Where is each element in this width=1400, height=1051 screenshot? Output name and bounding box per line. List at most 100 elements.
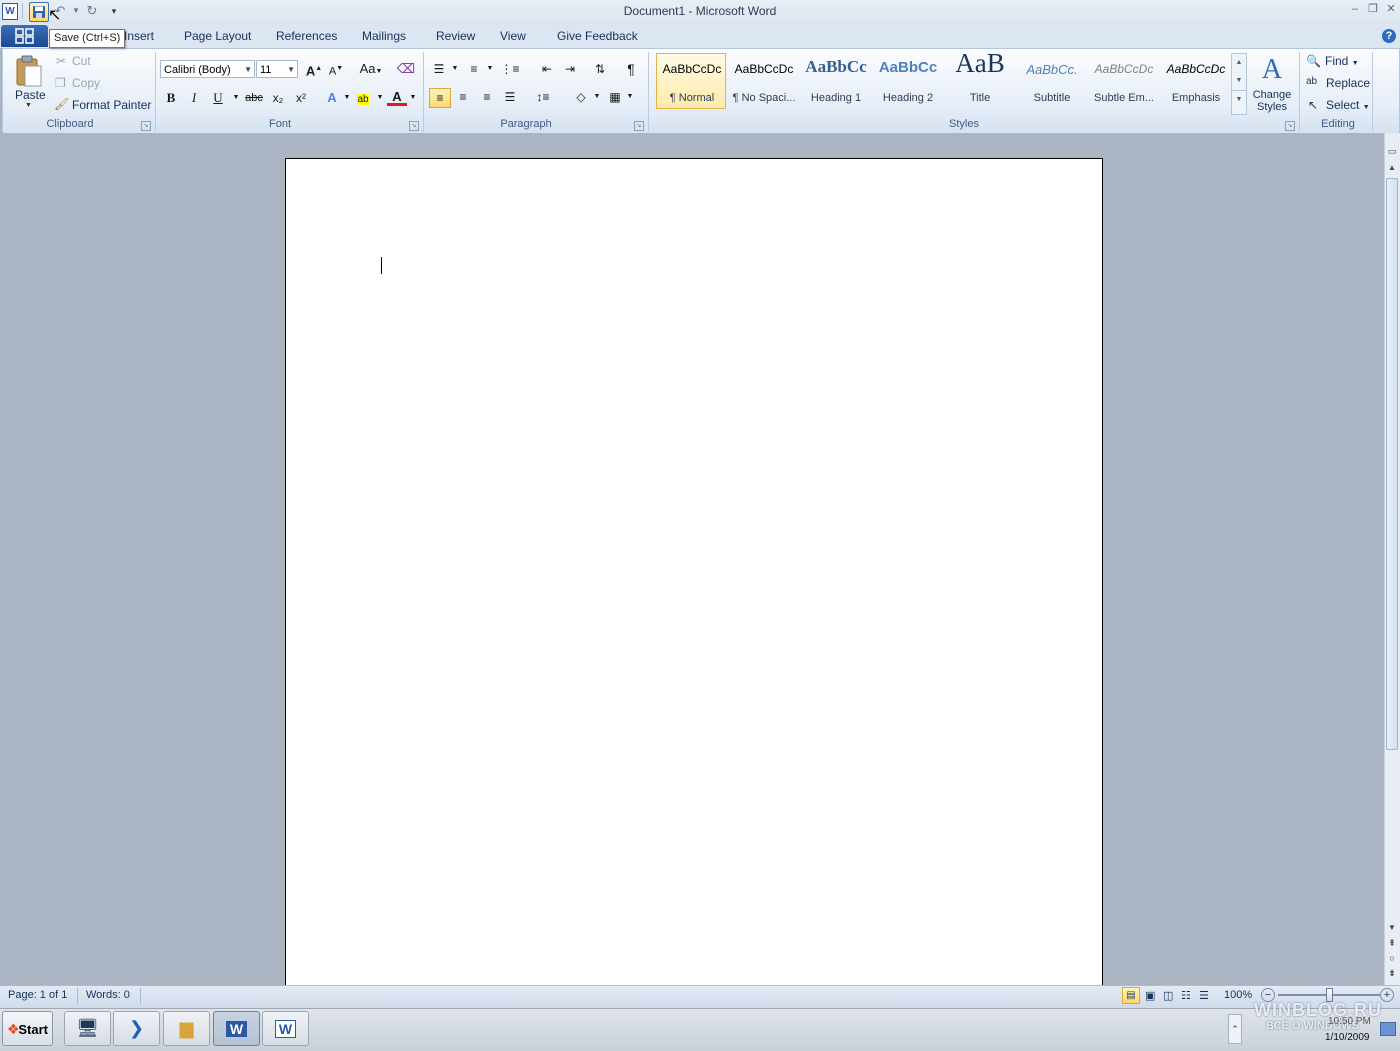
tab-references[interactable]: References: [276, 29, 337, 43]
underline-dropdown-icon[interactable]: ▼: [226, 89, 246, 107]
document-page[interactable]: [285, 158, 1103, 988]
style-normal[interactable]: AaBbCcDc ¶ Normal: [656, 53, 726, 109]
bullets-dropdown-icon[interactable]: ▼: [445, 60, 465, 78]
outline-icon[interactable]: ☷: [1181, 989, 1191, 1002]
style-subtitle[interactable]: AaBbCc. Subtitle: [1016, 53, 1086, 109]
style-title[interactable]: AaB Title: [944, 53, 1014, 109]
tab-give-feedback[interactable]: Give Feedback: [557, 29, 638, 43]
align-right-icon[interactable]: ≡: [477, 88, 497, 106]
close-icon[interactable]: ✕: [1382, 2, 1400, 16]
chevron-down-icon[interactable]: ▼: [1232, 72, 1246, 90]
tab-review[interactable]: Review: [436, 29, 475, 43]
shrink-font-icon[interactable]: A▼: [326, 60, 346, 78]
replace-icon[interactable]: ab: [1306, 76, 1317, 87]
find-icon[interactable]: 🔍: [1306, 54, 1321, 68]
paste-button[interactable]: Paste: [15, 88, 46, 102]
change-case-icon[interactable]: Aa▼: [357, 60, 385, 78]
superscript-icon[interactable]: x²: [291, 89, 311, 107]
grow-font-icon[interactable]: A▲: [304, 60, 324, 78]
tab-mailings[interactable]: Mailings: [362, 29, 406, 43]
style-no-spacing[interactable]: AaBbCcDc ¶ No Spaci...: [728, 53, 798, 109]
tab-view[interactable]: View: [500, 29, 526, 43]
copy-icon[interactable]: ❐: [55, 76, 66, 90]
restore-icon[interactable]: ❐: [1364, 2, 1382, 16]
line-spacing-icon[interactable]: ↕≡: [533, 88, 553, 106]
change-styles-icon[interactable]: A: [1254, 54, 1290, 86]
paragraph-launcher-icon[interactable]: ↘: [634, 121, 644, 131]
font-size-combo[interactable]: 11 ▼: [256, 60, 298, 78]
italic-icon[interactable]: I: [184, 89, 204, 107]
tab-insert[interactable]: Insert: [124, 29, 154, 43]
select-button[interactable]: Select ▼: [1326, 98, 1370, 112]
tab-page-layout[interactable]: Page Layout: [184, 29, 251, 43]
style-subtle-emphasis[interactable]: AaBbCcDc Subtle Em...: [1088, 53, 1158, 109]
explorer-icon[interactable]: ▆: [163, 1011, 210, 1046]
increase-indent-icon[interactable]: ⇥: [560, 60, 580, 78]
word-taskbar-icon[interactable]: W: [213, 1011, 260, 1046]
multilevel-list-icon[interactable]: ⋮≡: [500, 60, 520, 78]
chevron-up-icon[interactable]: ▲: [1232, 54, 1246, 72]
scrollbar-thumb[interactable]: [1386, 178, 1398, 750]
select-cursor-icon[interactable]: ↖: [1308, 98, 1318, 112]
subscript-icon[interactable]: x₂: [268, 89, 288, 107]
show-formatting-icon[interactable]: ¶: [621, 60, 641, 78]
clock-date[interactable]: 1/10/2009: [1325, 1032, 1370, 1043]
clipboard-launcher-icon[interactable]: ↘: [141, 121, 151, 131]
justify-icon[interactable]: ☰: [500, 88, 520, 106]
style-emphasis[interactable]: AaBbCcDc Emphasis: [1160, 53, 1230, 109]
help-icon[interactable]: ?: [1382, 29, 1396, 43]
find-button[interactable]: Find ▼: [1325, 54, 1359, 68]
change-styles-button[interactable]: Change Styles: [1250, 89, 1294, 113]
previous-page-icon[interactable]: ⇞: [1386, 938, 1398, 950]
style-heading-2[interactable]: AaBbCc Heading 2: [872, 53, 942, 109]
styles-launcher-icon[interactable]: ↘: [1285, 121, 1295, 131]
scroll-down-icon[interactable]: ▼: [1386, 923, 1398, 935]
office-button[interactable]: [1, 25, 48, 47]
server-manager-icon[interactable]: 🖥: [64, 1011, 111, 1046]
font-name-combo[interactable]: Calibri (Body) ▼: [160, 60, 255, 78]
start-button[interactable]: ❖ Start: [2, 1011, 53, 1046]
show-desktop-icon[interactable]: [1380, 1022, 1396, 1036]
show-hidden-icons[interactable]: ⌃: [1228, 1014, 1242, 1044]
zoom-level[interactable]: 100%: [1224, 989, 1252, 1001]
web-layout-icon[interactable]: ◫: [1163, 989, 1173, 1002]
print-layout-icon[interactable]: ▤: [1122, 987, 1140, 1004]
paste-dropdown-icon[interactable]: ▼: [25, 102, 32, 109]
format-painter-button[interactable]: Format Painter: [72, 98, 151, 112]
style-gallery-scroller[interactable]: ▲ ▼ ▼: [1231, 53, 1247, 115]
borders-dropdown-icon[interactable]: ▼: [620, 88, 640, 106]
select-browse-object-icon[interactable]: ○: [1386, 953, 1398, 965]
bold-icon[interactable]: B: [161, 89, 181, 107]
cut-button[interactable]: Cut: [72, 54, 91, 68]
replace-button[interactable]: Replace: [1326, 76, 1370, 90]
word-count[interactable]: Words: 0: [86, 989, 130, 1001]
font-color-dropdown-icon[interactable]: ▼: [403, 89, 423, 107]
ruler-toggle-icon[interactable]: ▭: [1386, 146, 1398, 158]
zoom-in-icon[interactable]: +: [1380, 988, 1394, 1002]
draft-icon[interactable]: ☰: [1199, 989, 1209, 1002]
scroll-up-icon[interactable]: ▲: [1386, 163, 1398, 175]
shading-dropdown-icon[interactable]: ▼: [587, 88, 607, 106]
copy-button[interactable]: Copy: [72, 76, 100, 90]
clear-formatting-icon[interactable]: ⌫: [396, 60, 416, 78]
align-center-icon[interactable]: ≡: [453, 88, 473, 106]
page-count[interactable]: Page: 1 of 1: [8, 989, 67, 1001]
underline-icon[interactable]: U: [208, 89, 228, 107]
align-left-icon[interactable]: ≡: [429, 88, 451, 108]
cut-icon[interactable]: ✂: [56, 54, 66, 68]
font-launcher-icon[interactable]: ↘: [409, 121, 419, 131]
clock-time[interactable]: 10:50 PM: [1328, 1016, 1371, 1027]
strikethrough-icon[interactable]: abc: [244, 89, 264, 107]
minimize-icon[interactable]: –: [1346, 2, 1364, 16]
full-screen-reading-icon[interactable]: ▣: [1145, 989, 1155, 1002]
more-styles-icon[interactable]: ▼: [1232, 90, 1246, 109]
numbering-dropdown-icon[interactable]: ▼: [480, 60, 500, 78]
paste-icon[interactable]: [14, 54, 44, 88]
sort-icon[interactable]: ⇅: [590, 60, 610, 78]
powershell-icon[interactable]: ❯: [113, 1011, 160, 1046]
decrease-indent-icon[interactable]: ⇤: [537, 60, 557, 78]
word-document-taskbar-icon[interactable]: W: [262, 1011, 309, 1046]
format-painter-icon[interactable]: 🖌: [54, 97, 69, 111]
style-heading-1[interactable]: AaBbCc Heading 1: [800, 53, 870, 109]
next-page-icon[interactable]: ⇟: [1386, 968, 1398, 980]
